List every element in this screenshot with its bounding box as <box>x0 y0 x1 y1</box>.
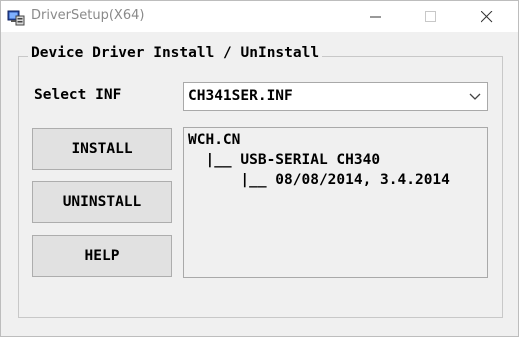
driver-info-box: WCH.CN |__ USB-SERIAL CH340 |__ 08/08/20… <box>183 127 488 278</box>
install-button[interactable]: INSTALL <box>32 128 172 170</box>
chevron-down-icon <box>469 93 481 100</box>
title-bar[interactable]: DriverSetup(X64) <box>1 1 518 32</box>
info-line-device: |__ USB-SERIAL CH340 <box>188 152 381 168</box>
inf-select-value: CH341SER.INF <box>188 88 293 104</box>
driver-setup-window: DriverSetup(X64) Device Driver Install /… <box>0 0 519 337</box>
close-icon <box>481 11 493 23</box>
select-inf-label: Select INF <box>34 87 122 103</box>
window-title: DriverSetup(X64) <box>31 8 145 23</box>
groupbox-title: Device Driver Install / UnInstall <box>28 45 323 61</box>
computer-setup-icon <box>7 8 25 26</box>
info-line-version: |__ 08/08/2014, 3.4.2014 <box>188 172 450 188</box>
uninstall-button[interactable]: UNINSTALL <box>32 181 172 223</box>
maximize-icon <box>425 11 436 22</box>
inf-select-dropdown[interactable]: CH341SER.INF <box>183 82 488 111</box>
minimize-button[interactable] <box>353 1 399 32</box>
maximize-button[interactable] <box>408 1 454 32</box>
help-button[interactable]: HELP <box>32 235 172 277</box>
info-line-vendor: WCH.CN <box>188 132 241 148</box>
close-button[interactable] <box>464 1 510 32</box>
minimize-icon <box>370 16 381 18</box>
